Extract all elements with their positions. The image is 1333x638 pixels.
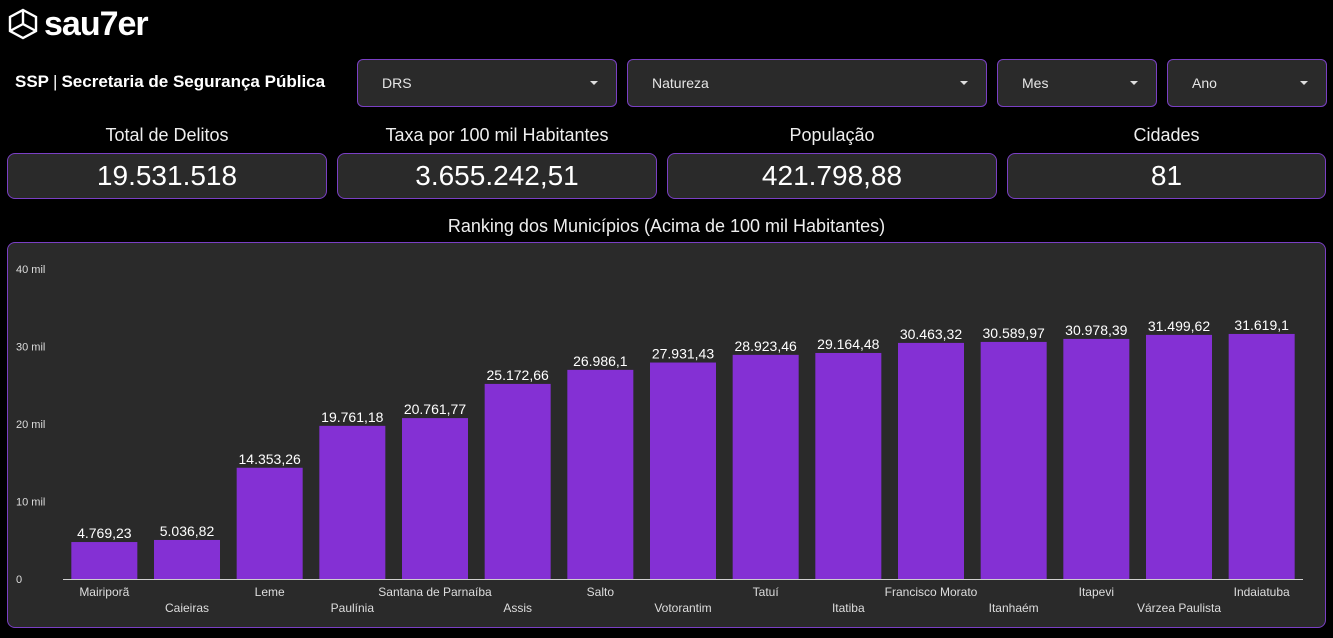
y-tick-label: 30 mil xyxy=(16,342,45,354)
filter-ano-label: Ano xyxy=(1192,75,1217,91)
data-label: 31.619,1 xyxy=(1234,317,1289,333)
data-label: 28.923,46 xyxy=(735,338,797,354)
ranking-bar-chart: 0 10 mil 20 mil 30 mil 40 mil 4.769,23 Mairipo… xyxy=(16,264,1303,615)
filter-natureza-label: Natureza xyxy=(652,75,709,91)
y-tick-label: 10 mil xyxy=(16,497,45,509)
bar xyxy=(567,369,634,579)
filter-mes-label: Mes xyxy=(1022,75,1049,91)
app-title-full: Secretaria de Segurança Pública xyxy=(61,72,326,91)
x-tick-label: Caieiras xyxy=(165,601,209,615)
bar xyxy=(815,352,882,579)
bar xyxy=(71,542,138,579)
x-tick-label: Indaiatuba xyxy=(1234,585,1290,599)
bar xyxy=(236,467,303,579)
bar xyxy=(732,354,799,579)
data-label: 30.978,39 xyxy=(1065,322,1127,338)
bar xyxy=(650,362,716,579)
data-label: 26.986,1 xyxy=(573,353,628,369)
bar xyxy=(898,342,964,579)
data-label: 31.499,62 xyxy=(1148,318,1210,334)
x-tick-label: Assis xyxy=(503,601,532,615)
caret-down-icon xyxy=(1130,81,1138,85)
chart-title: Ranking dos Municípios (Acima de 100 mil… xyxy=(447,216,886,236)
title-separator: | xyxy=(53,72,58,91)
data-label: 4.769,23 xyxy=(77,525,132,541)
hexagon-logo-icon xyxy=(8,8,38,40)
kpi-cidades-value: 81 xyxy=(1007,153,1326,199)
app-title-short: SSP xyxy=(15,72,50,91)
x-tick-label: Várzea Paulista xyxy=(1137,601,1221,615)
bar xyxy=(1063,338,1130,579)
kpi-cidades-label: Cidades xyxy=(1133,125,1200,145)
filter-ano-dropdown[interactable]: Ano xyxy=(1167,59,1327,107)
caret-down-icon xyxy=(1300,81,1308,85)
data-label: 5.036,82 xyxy=(160,523,215,539)
x-tick-label: Itatiba xyxy=(832,601,865,615)
caret-down-icon xyxy=(960,81,968,85)
bar xyxy=(980,341,1047,579)
x-tick-label: Leme xyxy=(255,585,285,599)
kpi-total-delitos-label: Total de Delitos xyxy=(105,125,229,145)
kpi-total-delitos-value: 19.531.518 xyxy=(7,153,327,199)
x-tick-label: Itanhaém xyxy=(989,601,1039,615)
filter-drs-dropdown[interactable]: DRS xyxy=(357,59,617,107)
x-tick-label: Votorantim xyxy=(654,601,711,615)
filter-mes-dropdown[interactable]: Mes xyxy=(997,59,1157,107)
kpi-populacao-label: População xyxy=(789,125,875,145)
data-label: 27.931,43 xyxy=(652,346,714,362)
kpi-taxa-value: 3.655.242,51 xyxy=(337,153,657,199)
data-label: 14.353,26 xyxy=(239,451,301,467)
x-tick-label: Tatuí xyxy=(753,585,780,599)
x-tick-label: Itapevi xyxy=(1079,585,1114,599)
kpi-populacao-value: 421.798,88 xyxy=(667,153,997,199)
caret-down-icon xyxy=(590,81,598,85)
x-tick-label: Mairiporã xyxy=(79,585,129,599)
brand-logo: sau7er xyxy=(8,5,149,43)
data-label: 20.761,77 xyxy=(404,401,466,417)
chart-panel: 0 10 mil 20 mil 30 mil 40 mil 4.769,23 Mairipo… xyxy=(7,242,1326,628)
data-label: 30.589,97 xyxy=(983,325,1045,341)
brand-name: sau7er xyxy=(44,5,149,43)
filter-natureza-dropdown[interactable]: Natureza xyxy=(627,59,987,107)
y-tick-label: 20 mil xyxy=(16,419,45,431)
bar xyxy=(1146,334,1212,579)
data-label: 25.172,66 xyxy=(487,367,549,383)
x-tick-label: Salto xyxy=(587,585,615,599)
page-title: SSP | Secretaria de Segurança Pública xyxy=(15,72,325,92)
bar xyxy=(484,383,551,579)
bar xyxy=(154,539,220,579)
data-label: 29.164,48 xyxy=(817,336,879,352)
y-tick-label: 0 xyxy=(16,574,22,586)
y-tick-label: 40 mil xyxy=(16,264,45,276)
data-label: 19.761,18 xyxy=(321,409,383,425)
bar xyxy=(319,425,386,579)
bar xyxy=(1228,333,1295,579)
x-tick-label: Paulínia xyxy=(331,601,375,615)
x-tick-label: Santana de Parnaíba xyxy=(378,585,492,599)
data-label: 30.463,32 xyxy=(900,326,962,342)
x-tick-label: Francisco Morato xyxy=(885,585,978,599)
filter-drs-label: DRS xyxy=(382,75,412,91)
bar xyxy=(402,418,468,579)
kpi-taxa-label: Taxa por 100 mil Habitantes xyxy=(385,125,609,145)
